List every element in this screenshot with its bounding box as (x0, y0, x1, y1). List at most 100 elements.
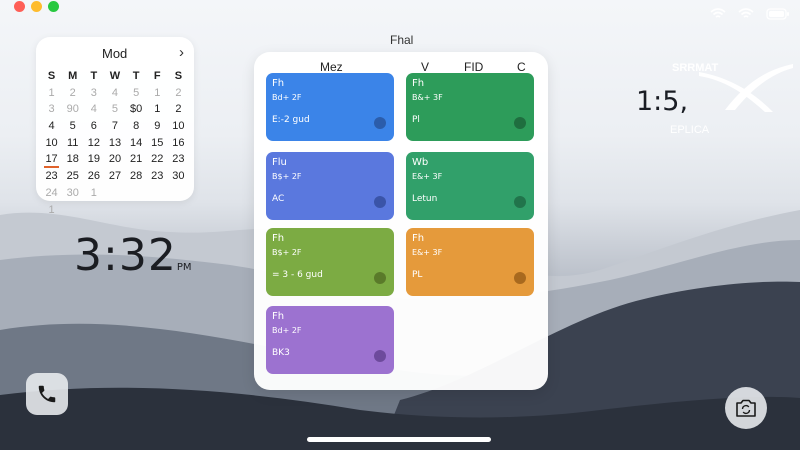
calendar-day[interactable]: 23 (41, 169, 62, 185)
calendar-day[interactable]: 30 (168, 169, 189, 185)
calendar-day[interactable]: 5 (104, 102, 125, 118)
calendar-day[interactable]: 20 (104, 152, 125, 168)
calendar-day[interactable]: 11 (62, 136, 83, 152)
calendar-day[interactable]: 18 (62, 152, 83, 168)
task-card-detail: = 3 - 6 gud (272, 270, 323, 280)
task-card[interactable]: Fh B&+ 3F Pl (406, 73, 534, 141)
calendar-empty-cell (62, 203, 83, 219)
task-card[interactable]: Wb E&+ 3F Letun (406, 152, 534, 220)
calendar-day[interactable]: 7 (104, 119, 125, 135)
weekday-label: T (90, 70, 98, 82)
calendar-day[interactable]: 1 (83, 186, 104, 202)
phone-button[interactable] (26, 373, 68, 415)
camera-button[interactable] (725, 387, 767, 429)
task-card-subtitle: B&+ 3F (412, 93, 443, 102)
chevron-right-icon[interactable]: › (179, 44, 184, 61)
status-dot-icon (374, 272, 386, 284)
calendar-day[interactable]: 5 (126, 86, 147, 102)
calendar-day[interactable]: 28 (126, 169, 147, 185)
column-header-c[interactable]: C (517, 60, 526, 74)
calendar-day[interactable]: 14 (126, 136, 147, 152)
task-card-subtitle: Bd+ 2F (272, 93, 302, 102)
calendar-empty-cell (168, 186, 189, 202)
calendar-day[interactable]: 6 (83, 119, 104, 135)
weekday-label: M (68, 70, 78, 82)
task-card-detail: E:-2 gud (272, 115, 310, 125)
calendar-empty-cell (126, 203, 147, 219)
column-header-fid[interactable]: FID (464, 60, 483, 74)
calendar-day[interactable]: 3 (83, 86, 104, 102)
weekday-label: F (153, 70, 161, 82)
calendar-day[interactable]: 4 (83, 102, 104, 118)
column-header-v[interactable]: V (421, 60, 429, 74)
calendar-day[interactable]: $0 (126, 102, 147, 118)
calendar-day[interactable]: 4 (41, 119, 62, 135)
calendar-month: Mod (102, 46, 128, 61)
calendar-day[interactable]: 3 (41, 102, 62, 118)
calendar-day[interactable]: 16 (168, 136, 189, 152)
calendar-day[interactable]: 1 (147, 86, 168, 102)
calendar-day[interactable]: 4 (104, 86, 125, 102)
calendar-day[interactable]: 1 (147, 102, 168, 118)
clock-suffix: PM (176, 262, 192, 273)
calendar-day[interactable]: 19 (83, 152, 104, 168)
kanban-panel: Mez V FID C Fh Bd+ 2F E:-2 gud Fh B&+ 3F Pl Fl… (254, 52, 548, 390)
weekday-label: S (47, 70, 56, 82)
calendar-day[interactable]: 5 (62, 119, 83, 135)
x-logo-icon (699, 64, 793, 112)
home-indicator[interactable] (307, 437, 491, 442)
calendar-day[interactable]: 17 (41, 152, 62, 168)
calendar-day[interactable]: 8 (126, 119, 147, 135)
column-header-mez[interactable]: Mez (320, 60, 343, 74)
status-dot-icon (374, 350, 386, 362)
weekday-label: S (174, 70, 183, 82)
task-card-title: Flu (272, 157, 287, 168)
task-card-title: Fh (412, 78, 425, 89)
task-card[interactable]: Fh B$+ 2F = 3 - 6 gud (266, 228, 394, 296)
task-card[interactable]: Flu B$+ 2F AC (266, 152, 394, 220)
right-widget-time: 1:5, (636, 86, 689, 117)
status-bar (710, 8, 790, 20)
task-card[interactable]: Fh Bd+ 2F E:-2 gud (266, 73, 394, 141)
calendar-day[interactable]: 13 (104, 136, 125, 152)
right-widget-bottom-label: EPLICA (670, 124, 710, 136)
wifi-icon (710, 8, 726, 18)
calendar-day[interactable]: 22 (147, 152, 168, 168)
close-button[interactable] (14, 1, 25, 12)
calendar-day[interactable]: 9 (147, 119, 168, 135)
calendar-widget[interactable]: Mod › S M T W T F S 1 2 3 4 5 1 2 3 90 4 5 $0 1 2 4 5 6 7 8 9 10 10 1… (36, 37, 194, 216)
calendar-day[interactable]: 10 (168, 119, 189, 135)
calendar-empty-cell (147, 203, 168, 219)
calendar-day[interactable]: 27 (104, 169, 125, 185)
calendar-day[interactable]: 2 (168, 86, 189, 102)
calendar-empty-cell (83, 203, 104, 219)
calendar-day[interactable]: 2 (168, 102, 189, 118)
calendar-day[interactable]: 12 (83, 136, 104, 152)
calendar-day[interactable]: 26 (83, 169, 104, 185)
task-card-subtitle: E&+ 3F (412, 248, 443, 257)
calendar-day[interactable]: 10 (41, 136, 62, 152)
task-card-title: Wb (412, 157, 429, 168)
minimize-button[interactable] (31, 1, 42, 12)
calendar-day[interactable]: 21 (126, 152, 147, 168)
calendar-day[interactable]: 30 (62, 186, 83, 202)
calendar-day[interactable]: 23 (147, 169, 168, 185)
calendar-day[interactable]: 2 (62, 86, 83, 102)
zoom-button[interactable] (48, 1, 59, 12)
calendar-day[interactable]: 15 (147, 136, 168, 152)
task-card[interactable]: Fh Bd+ 2F BK3 (266, 306, 394, 374)
calendar-day[interactable]: 25 (62, 169, 83, 185)
task-card-title: Fh (272, 78, 285, 89)
calendar-day[interactable]: 1 (41, 86, 62, 102)
big-clock: 3:32PM (74, 230, 191, 281)
window-controls (14, 1, 59, 12)
calendar-day[interactable]: 1 (41, 203, 62, 219)
task-card-detail: AC (272, 194, 285, 204)
task-card-subtitle: Bd+ 2F (272, 326, 302, 335)
calendar-day[interactable]: 24 (41, 186, 62, 202)
calendar-day[interactable]: 90 (62, 102, 83, 118)
calendar-day[interactable]: 23 (168, 152, 189, 168)
task-card[interactable]: Fh E&+ 3F PL (406, 228, 534, 296)
task-card-title: Fh (272, 233, 285, 244)
task-card-title: Fh (272, 311, 285, 322)
